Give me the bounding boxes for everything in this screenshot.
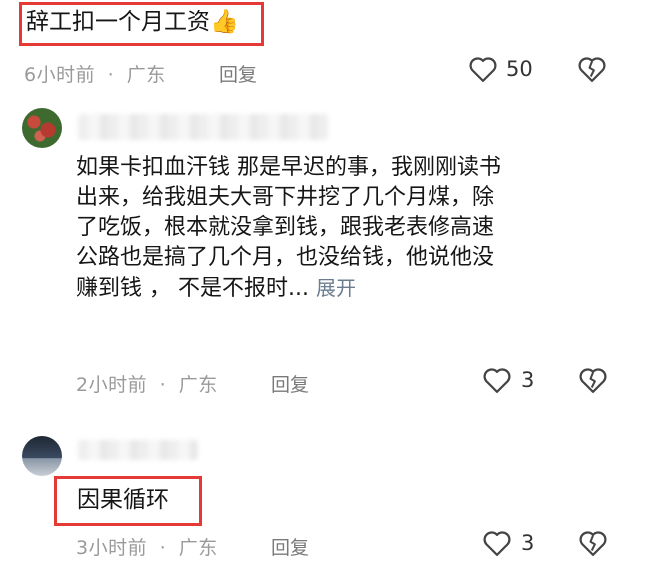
expand-link[interactable]: 展开 [316, 276, 356, 300]
comment-2-text: 如果卡扣血汗钱 那是早迟的事，我刚刚读书 出来，给我姐夫大哥下井挖了几个月煤，除… [76, 155, 501, 301]
avatar[interactable] [22, 436, 62, 476]
comment-1-meta: 6小时前 · 广东 [24, 64, 166, 86]
comment-2-meta: 2小时前 · 广东 [76, 374, 218, 396]
like-button[interactable]: 3 [482, 366, 534, 394]
dislike-button[interactable] [578, 366, 608, 398]
reply-button[interactable]: 回复 [271, 533, 309, 560]
reply-button[interactable]: 回复 [219, 60, 257, 87]
like-count: 50 [506, 57, 533, 81]
dislike-button[interactable] [578, 529, 608, 561]
comment-time: 6小时前 [24, 64, 96, 86]
comment-time: 3小时前 [76, 537, 148, 559]
broken-heart-icon [578, 57, 606, 82]
comment-location: 广东 [178, 374, 218, 396]
comment-1-text: 辞工扣一个月工资👍 [26, 9, 239, 35]
like-count: 3 [521, 531, 535, 555]
broken-heart-icon [579, 368, 607, 393]
thumbs-up-emoji: 👍 [210, 9, 239, 35]
like-count: 3 [521, 368, 535, 392]
username-blurred[interactable] [78, 440, 198, 460]
heart-outline-icon [469, 57, 497, 82]
comment-3-meta: 3小时前 · 广东 [76, 537, 218, 559]
username-blurred[interactable] [78, 114, 328, 140]
comment-time: 2小时前 [76, 374, 148, 396]
dislike-button[interactable] [577, 55, 607, 87]
like-button[interactable]: 50 [468, 55, 533, 83]
heart-outline-icon [483, 368, 511, 393]
avatar[interactable] [22, 108, 62, 148]
like-button[interactable]: 3 [482, 529, 534, 557]
reply-button[interactable]: 回复 [271, 370, 309, 397]
heart-outline-icon [483, 531, 511, 556]
comment-location: 广东 [126, 64, 166, 86]
comment-3-text: 因果循环 [77, 487, 169, 513]
broken-heart-icon [579, 531, 607, 556]
comment-location: 广东 [178, 537, 218, 559]
